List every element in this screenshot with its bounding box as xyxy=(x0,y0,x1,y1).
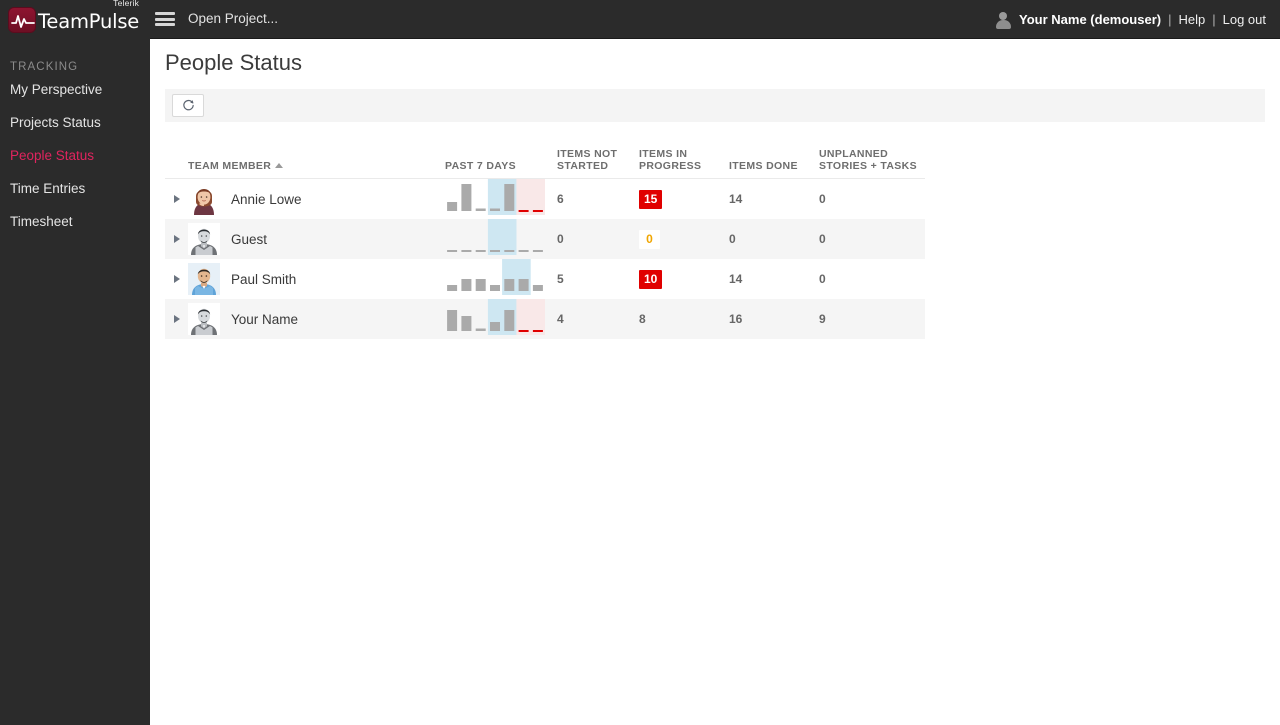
cell-unplanned-stories-tasks: 9 xyxy=(819,312,826,326)
toolbar xyxy=(165,89,1265,122)
sidebar-item-label: People Status xyxy=(10,148,95,163)
cell-past-7-days-sparkline xyxy=(445,219,557,259)
sidebar-item-time-entries[interactable]: Time Entries xyxy=(0,172,150,205)
cell-unplanned-stories-tasks: 0 xyxy=(819,232,826,246)
separator-2: | xyxy=(1212,12,1216,27)
app-root: TeamPulse Telerik Open Project... Your N… xyxy=(0,0,1280,725)
cell-items-done: 16 xyxy=(729,312,743,326)
sidebar-item-timesheet[interactable]: Timesheet xyxy=(0,205,150,238)
cell-items-not-started: 0 xyxy=(557,232,564,246)
table-row[interactable]: Your Name 4 8 16 9 xyxy=(165,299,925,339)
cell-items-in-progress: 0 xyxy=(639,229,729,249)
cell-past-7-days-sparkline xyxy=(445,299,557,339)
cell-items-not-started: 4 xyxy=(557,312,564,326)
refresh-icon xyxy=(182,99,195,112)
pulse-heartbeat-icon xyxy=(8,6,36,33)
app-logo[interactable]: TeamPulse Telerik xyxy=(0,0,150,39)
cell-team-member: Your Name xyxy=(165,303,445,335)
table-header-row: TEAM MEMBER PAST 7 DAYS ITEMS NOT STARTE… xyxy=(165,127,925,179)
row-expand-toggle[interactable] xyxy=(165,315,188,323)
table-row[interactable]: Annie Lowe 6 15 14 0 xyxy=(165,179,925,219)
cell-items-done: 0 xyxy=(729,232,736,246)
sidebar-item-people-status[interactable]: People Status xyxy=(0,139,150,172)
sidebar: TRACKING My Perspective Projects Status Pe… xyxy=(0,39,150,725)
status-badge: 0 xyxy=(639,229,660,249)
user-menu: Your Name (demouser) | Help | Log out xyxy=(994,0,1266,39)
cell-items-in-progress: 15 xyxy=(639,189,729,209)
people-status-table: TEAM MEMBER PAST 7 DAYS ITEMS NOT STARTE… xyxy=(165,127,925,339)
cell-team-member: Paul Smith xyxy=(165,263,445,295)
column-header-items-in-progress[interactable]: ITEMS IN PROGRESS xyxy=(639,148,729,178)
table-row[interactable]: Paul Smith 5 10 14 0 xyxy=(165,259,925,299)
row-expand-toggle[interactable] xyxy=(165,235,188,243)
column-header-past-7-days[interactable]: PAST 7 DAYS xyxy=(445,160,557,178)
user-avatar-icon xyxy=(994,10,1012,30)
brand-super: Telerik xyxy=(113,0,140,8)
cell-team-member: Annie Lowe xyxy=(165,183,445,215)
top-bar: TeamPulse Telerik Open Project... Your N… xyxy=(0,0,1280,39)
column-header-items-done[interactable]: ITEMS DONE xyxy=(729,160,819,178)
column-header-unplanned-stories-tasks[interactable]: UNPLANNED STORIES + TASKS xyxy=(819,148,925,178)
member-name-label: Your Name xyxy=(231,311,299,327)
sidebar-item-label: Time Entries xyxy=(10,181,86,196)
cell-items-done: 14 xyxy=(729,272,743,286)
table-row[interactable]: Guest 0 0 0 0 xyxy=(165,219,925,259)
sidebar-section-tracking: TRACKING xyxy=(10,61,79,73)
cell-past-7-days-sparkline xyxy=(445,179,557,219)
user-name-label: Your Name (demouser) xyxy=(1019,12,1162,27)
cell-team-member: Guest xyxy=(165,223,445,255)
sidebar-item-label: Timesheet xyxy=(10,214,73,229)
row-expand-toggle[interactable] xyxy=(165,275,188,283)
status-badge: 10 xyxy=(639,269,663,289)
content-area: People Status TEAM MEMBER PAST 7 DAYS IT… xyxy=(150,39,1280,725)
member-name-label: Paul Smith xyxy=(231,271,297,287)
column-header-items-not-started[interactable]: ITEMS NOT STARTED xyxy=(557,148,639,178)
avatar xyxy=(188,183,220,215)
sidebar-item-projects-status[interactable]: Projects Status xyxy=(0,106,150,139)
brand-name: TeamPulse xyxy=(38,9,140,33)
sidebar-items: My Perspective Projects Status People Stat… xyxy=(0,73,150,238)
sort-ascending-icon xyxy=(275,163,284,168)
column-header-team-member[interactable]: TEAM MEMBER xyxy=(165,160,445,178)
member-name-label: Guest xyxy=(231,231,268,247)
hamburger-menu-icon[interactable] xyxy=(155,10,175,28)
cell-items-in-progress: 10 xyxy=(639,269,729,289)
avatar xyxy=(188,263,220,295)
separator-1: | xyxy=(1168,12,1172,27)
page-title: People Status xyxy=(165,50,302,75)
avatar xyxy=(188,223,220,255)
cell-items-not-started: 6 xyxy=(557,192,564,206)
cell-items-not-started: 5 xyxy=(557,272,564,286)
member-name-label: Annie Lowe xyxy=(231,191,302,207)
open-project-button[interactable]: Open Project... xyxy=(188,11,278,26)
avatar xyxy=(188,303,220,335)
cell-items-in-progress: 8 xyxy=(639,312,646,326)
logout-link[interactable]: Log out xyxy=(1223,12,1266,27)
help-link[interactable]: Help xyxy=(1178,12,1205,27)
sidebar-item-label: Projects Status xyxy=(10,115,101,130)
sidebar-item-label: My Perspective xyxy=(10,82,103,97)
cell-unplanned-stories-tasks: 0 xyxy=(819,192,826,206)
cell-past-7-days-sparkline xyxy=(445,259,557,299)
table-body: Annie Lowe 6 15 14 0 Guest 0 0 0 0 Paul Smith 5 10 14… xyxy=(165,179,925,339)
row-expand-toggle[interactable] xyxy=(165,195,188,203)
sidebar-item-my-perspective[interactable]: My Perspective xyxy=(0,73,150,106)
status-badge: 15 xyxy=(639,189,663,209)
cell-unplanned-stories-tasks: 0 xyxy=(819,272,826,286)
refresh-button[interactable] xyxy=(172,94,204,117)
cell-items-done: 14 xyxy=(729,192,743,206)
